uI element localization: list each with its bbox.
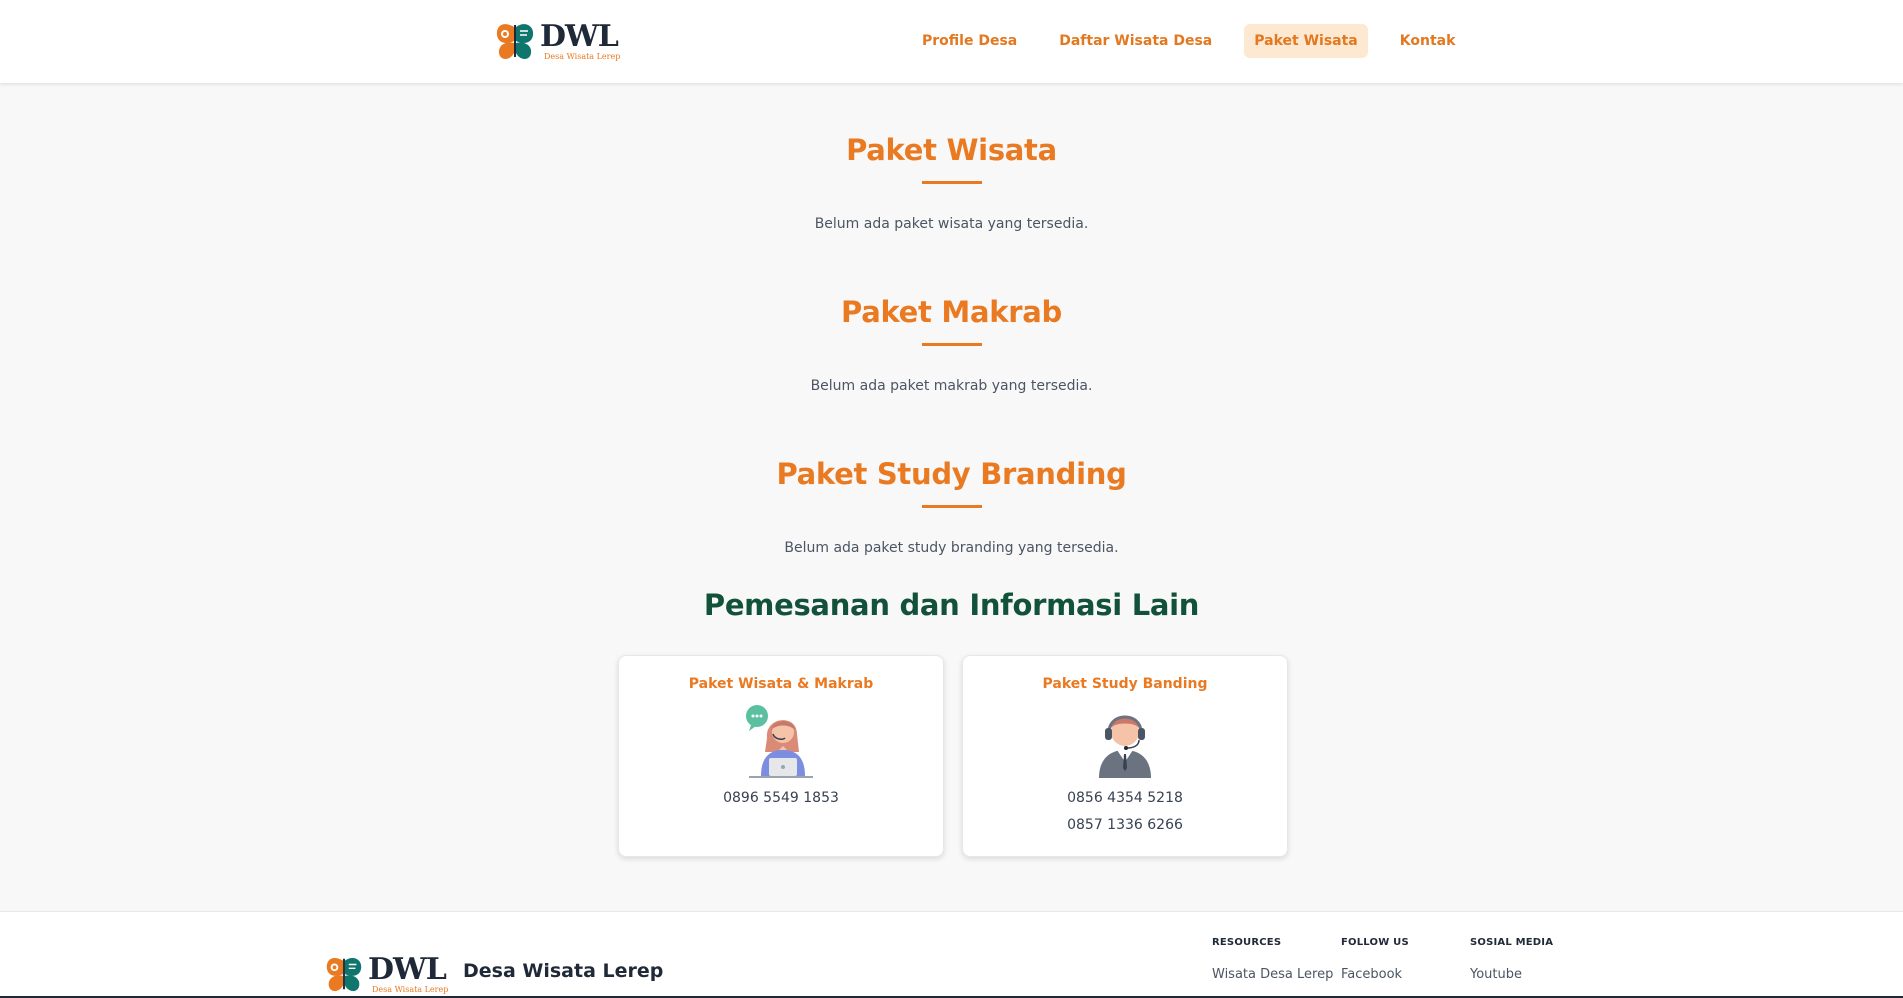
footer-col-sosial-media: SOSIAL MEDIA Youtube bbox=[1470, 937, 1553, 982]
footer-col-heading: SOSIAL MEDIA bbox=[1470, 937, 1554, 948]
title-underline bbox=[921, 343, 982, 346]
info-title: Pemesanan dan Informasi Lain bbox=[703, 588, 1200, 622]
section-paket-makrab: Paket Makrab Belum ada paket makrab yang… bbox=[0, 295, 1903, 394]
phone-number[interactable]: 0857 1336 6266 bbox=[963, 817, 1287, 834]
card-title: Paket Wisata & Makrab bbox=[688, 676, 874, 692]
female-operator-icon bbox=[746, 705, 813, 778]
nav-item-paket-wisata[interactable]: Paket Wisata bbox=[1244, 24, 1368, 58]
section-title: Paket Study Branding bbox=[776, 457, 1127, 491]
header-logo[interactable]: DWL Desa Wisata Lerep bbox=[494, 17, 620, 65]
site-header: DWL Desa Wisata Lerep Profile Desa Dafta… bbox=[0, 0, 1903, 83]
nav-item-profile-desa[interactable]: Profile Desa bbox=[912, 24, 1027, 58]
section-title: Paket Wisata bbox=[846, 133, 1057, 167]
contact-card-study-banding: Paket Study Banding 0856 4354 5218 0857 … bbox=[962, 655, 1288, 857]
card-title: Paket Study Banding bbox=[1042, 676, 1208, 692]
footer-link[interactable]: Youtube bbox=[1470, 967, 1553, 982]
site-footer: DWL Desa Wisata Lerep Desa Wisata Lerep … bbox=[0, 911, 1903, 998]
footer-col-follow-us: FOLLOW US Facebook bbox=[1341, 937, 1409, 982]
footer-link[interactable]: Facebook bbox=[1341, 967, 1409, 982]
section-paket-wisata: Paket Wisata Belum ada paket wisata yang… bbox=[0, 133, 1903, 232]
male-operator-icon bbox=[1099, 715, 1151, 778]
section-title: Paket Makrab bbox=[841, 295, 1062, 329]
footer-col-heading: RESOURCES bbox=[1212, 937, 1282, 948]
footer-link[interactable]: Wisata Desa Lerep bbox=[1212, 967, 1333, 982]
section-paket-study-branding: Paket Study Branding Belum ada paket stu… bbox=[0, 457, 1903, 556]
logo-wordmark: DWL bbox=[368, 951, 447, 987]
title-underline bbox=[921, 505, 982, 508]
logo-subtitle: Desa Wisata Lerep bbox=[544, 51, 621, 61]
nav-item-kontak[interactable]: Kontak bbox=[1390, 24, 1466, 58]
footer-col-heading: FOLLOW US bbox=[1341, 937, 1409, 948]
footer-brand-name: Desa Wisata Lerep bbox=[463, 960, 664, 982]
contact-card-wisata-makrab: Paket Wisata & Makrab 0896 5549 1853 bbox=[618, 655, 944, 857]
empty-message: Belum ada paket makrab yang tersedia. bbox=[810, 378, 1093, 394]
phone-number[interactable]: 0896 5549 1853 bbox=[619, 790, 943, 807]
empty-message: Belum ada paket wisata yang tersedia. bbox=[814, 216, 1089, 232]
nav-item-daftar-wisata-desa[interactable]: Daftar Wisata Desa bbox=[1049, 24, 1222, 58]
logo-subtitle: Desa Wisata Lerep bbox=[372, 984, 449, 994]
main-nav: Profile Desa Daftar Wisata Desa Paket Wi… bbox=[912, 24, 1487, 58]
title-underline bbox=[921, 181, 982, 184]
footer-col-resources: RESOURCES Wisata Desa Lerep bbox=[1212, 937, 1333, 982]
butterfly-logo-icon bbox=[326, 957, 362, 992]
phone-number[interactable]: 0856 4354 5218 bbox=[963, 790, 1287, 807]
footer-logo[interactable]: DWL Desa Wisata Lerep bbox=[324, 950, 448, 998]
logo-wordmark: DWL bbox=[540, 18, 619, 54]
empty-message: Belum ada paket study branding yang ters… bbox=[784, 540, 1119, 556]
butterfly-logo-icon bbox=[496, 24, 534, 59]
